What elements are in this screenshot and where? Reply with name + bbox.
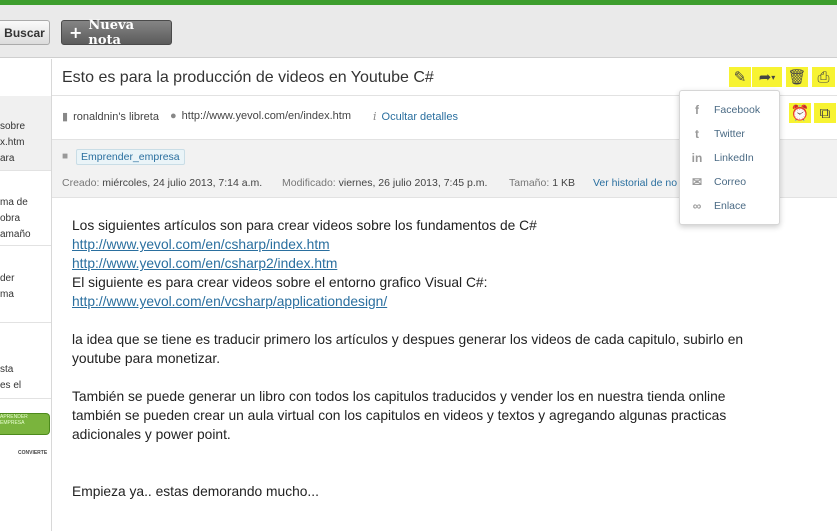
thumbnail-image: APRENDER EMPRESA — [0, 413, 50, 435]
expand-icon[interactable]: ⧉ — [814, 103, 836, 123]
print-icon[interactable]: ⎙ — [812, 67, 835, 87]
globe-icon: ● — [170, 110, 177, 122]
list-item[interactable]: der ma — [0, 246, 51, 323]
list-item[interactable]: ma de obra amaño — [0, 171, 51, 246]
notebook-selector[interactable]: ▮ ronaldnin's libreta — [62, 110, 159, 124]
plus-icon: + — [69, 23, 83, 42]
linkedin-icon: in — [691, 151, 703, 165]
history-link[interactable]: Ver historial de no — [593, 177, 677, 189]
share-facebook[interactable]: f Facebook — [680, 98, 781, 122]
lock-icon: ■ — [62, 151, 69, 162]
content-link[interactable]: http://www.yevol.com/en/csharp/index.htm — [72, 237, 330, 252]
share-linkedin[interactable]: in LinkedIn — [680, 146, 781, 170]
note-title[interactable]: Esto es para la producción de videos en … — [62, 69, 434, 87]
source-url[interactable]: ● http://www.yevol.com/en/index.htm — [170, 110, 351, 122]
share-link[interactable]: ∞ Enlace — [680, 194, 781, 218]
size-info: Tamaño: 1 KB — [509, 177, 575, 189]
content-link[interactable]: http://www.yevol.com/en/csharp2/index.ht… — [72, 256, 337, 271]
created-info: Creado: miércoles, 24 julio 2013, 7:14 a… — [62, 177, 263, 189]
new-note-label: Nueva nota — [88, 17, 134, 48]
notebook-icon: ▮ — [62, 111, 69, 123]
top-toolbar: Buscar + Nueva nota — [0, 0, 837, 58]
info-icon: i — [373, 110, 377, 123]
reminder-icon[interactable]: ⏰ — [789, 103, 811, 123]
share-icon[interactable]: ➦ ▾ — [752, 67, 782, 87]
note-list: sobre x.htm ara ma de obra amaño der ma … — [0, 59, 52, 531]
thumbnail-image: CONVIERTE — [18, 450, 48, 456]
twitter-icon: t — [695, 127, 699, 141]
tag-badge[interactable]: Emprender_empresa — [76, 149, 185, 165]
list-item[interactable]: sobre x.htm ara — [0, 96, 51, 171]
hide-details-link[interactable]: i Ocultar detalles — [373, 110, 458, 123]
share-menu: f Facebook t Twitter in LinkedIn ✉ Corre… — [679, 90, 780, 225]
search-button[interactable]: Buscar — [0, 20, 50, 45]
mail-icon: ✉ — [691, 175, 703, 189]
content-link[interactable]: http://www.yevol.com/en/vcsharp/applicat… — [72, 294, 387, 309]
new-note-button[interactable]: + Nueva nota — [61, 17, 172, 48]
modified-info: Modificado: viernes, 26 julio 2013, 7:45… — [282, 177, 488, 189]
trash-icon[interactable]: 🗑 — [786, 67, 808, 87]
share-mail[interactable]: ✉ Correo — [680, 170, 781, 194]
share-twitter[interactable]: t Twitter — [680, 122, 781, 146]
note-body[interactable]: Los siguientes artículos son para crear … — [72, 216, 832, 501]
edit-icon[interactable]: ✎ — [729, 67, 751, 87]
accent-bar — [0, 0, 837, 5]
link-icon: ∞ — [692, 199, 702, 213]
list-item[interactable]: sta es el — [0, 323, 51, 399]
facebook-icon: f — [695, 103, 699, 117]
